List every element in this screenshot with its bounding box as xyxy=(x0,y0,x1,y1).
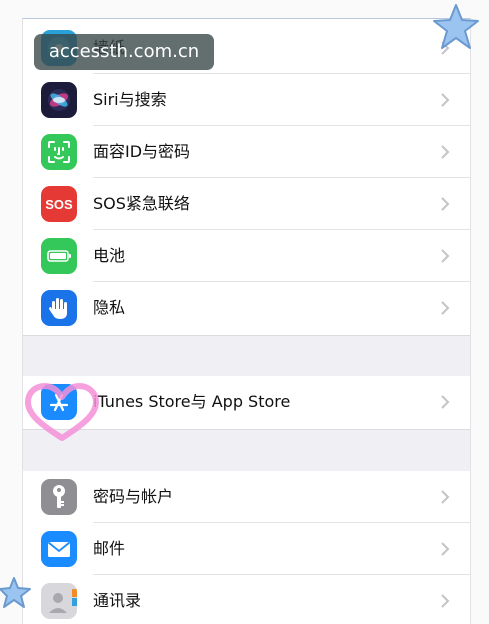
chevron-right-icon xyxy=(441,249,450,263)
settings-item-label: 通讯录 xyxy=(93,591,142,610)
heart-sticker xyxy=(25,383,99,441)
settings-item-siri[interactable]: Siri与搜索 xyxy=(23,74,470,126)
face-id-icon xyxy=(41,134,77,170)
sos-icon-text: SOS xyxy=(45,196,73,212)
settings-item-passwords[interactable]: 密码与帐户 xyxy=(23,471,470,523)
settings-item-label: 邮件 xyxy=(93,539,126,558)
chevron-right-icon xyxy=(441,395,450,409)
chevron-right-icon xyxy=(441,197,450,211)
contacts-icon xyxy=(41,583,77,619)
settings-item-label: iTunes Store与 App Store xyxy=(93,392,291,411)
chevron-right-icon xyxy=(441,594,450,608)
mail-icon xyxy=(41,531,77,567)
settings-item-label: SOS紧急联络 xyxy=(93,194,190,213)
settings-item-sos[interactable]: SOS SOS紧急联络 xyxy=(23,178,470,230)
settings-item-label: 面容ID与密码 xyxy=(93,142,191,161)
chevron-right-icon xyxy=(441,301,450,315)
settings-item-label: 密码与帐户 xyxy=(93,487,174,506)
settings-item-contacts[interactable]: 通讯录 xyxy=(23,575,470,624)
watermark-banner: accessth.com.cn xyxy=(34,34,214,70)
chevron-right-icon xyxy=(441,145,450,159)
siri-icon xyxy=(41,82,77,118)
chevron-right-icon xyxy=(441,542,450,556)
star-sticker xyxy=(433,4,479,49)
settings-item-label: 隐私 xyxy=(93,298,126,317)
settings-item-face-id[interactable]: 面容ID与密码 xyxy=(23,126,470,178)
key-icon xyxy=(41,479,77,515)
chevron-right-icon xyxy=(441,490,450,504)
chevron-right-icon xyxy=(441,93,450,107)
sos-icon: SOS xyxy=(41,186,77,222)
settings-item-mail[interactable]: 邮件 xyxy=(23,523,470,575)
settings-item-label: 电池 xyxy=(93,246,126,265)
hand-icon xyxy=(41,290,77,326)
star-sticker xyxy=(0,577,31,608)
settings-item-battery[interactable]: 电池 xyxy=(23,230,470,282)
settings-list: 墙纸 Siri与搜索 面容ID与密码 xyxy=(22,18,471,624)
battery-icon xyxy=(41,238,77,274)
settings-item-privacy[interactable]: 隐私 xyxy=(23,282,470,334)
settings-item-label: Siri与搜索 xyxy=(93,90,167,109)
section-gap xyxy=(23,335,470,377)
